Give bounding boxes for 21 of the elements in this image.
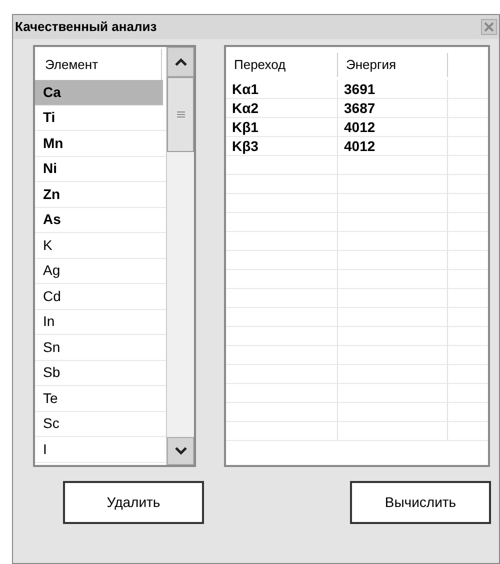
scroll-up-button[interactable]	[167, 47, 194, 77]
list-item[interactable]: Ca	[35, 80, 163, 106]
window-title: Качественный анализ	[15, 18, 157, 36]
dialog-button[interactable]: Удалить	[63, 481, 204, 524]
scroll-down-button[interactable]	[167, 437, 194, 465]
table-cell: 4012	[338, 118, 448, 136]
table-cell: Kα2	[226, 99, 338, 117]
dialog-button[interactable]: Вычислить	[350, 481, 491, 524]
column-header[interactable]: Переход	[226, 52, 338, 76]
table-cell: 3691	[338, 80, 448, 98]
table-cell: Kα1	[226, 80, 338, 98]
column-header[interactable]: Энергия	[338, 52, 448, 76]
table-cell: 4012	[338, 137, 448, 155]
scrollbar[interactable]	[166, 47, 194, 465]
close-icon	[484, 22, 494, 32]
close-button[interactable]	[481, 19, 497, 35]
table-cell: 3687	[338, 99, 448, 117]
scroll-thumb[interactable]	[167, 77, 194, 152]
table-cell: Kβ1	[226, 118, 338, 136]
table-cell: Kβ3	[226, 137, 338, 155]
grip-icon	[176, 111, 184, 118]
